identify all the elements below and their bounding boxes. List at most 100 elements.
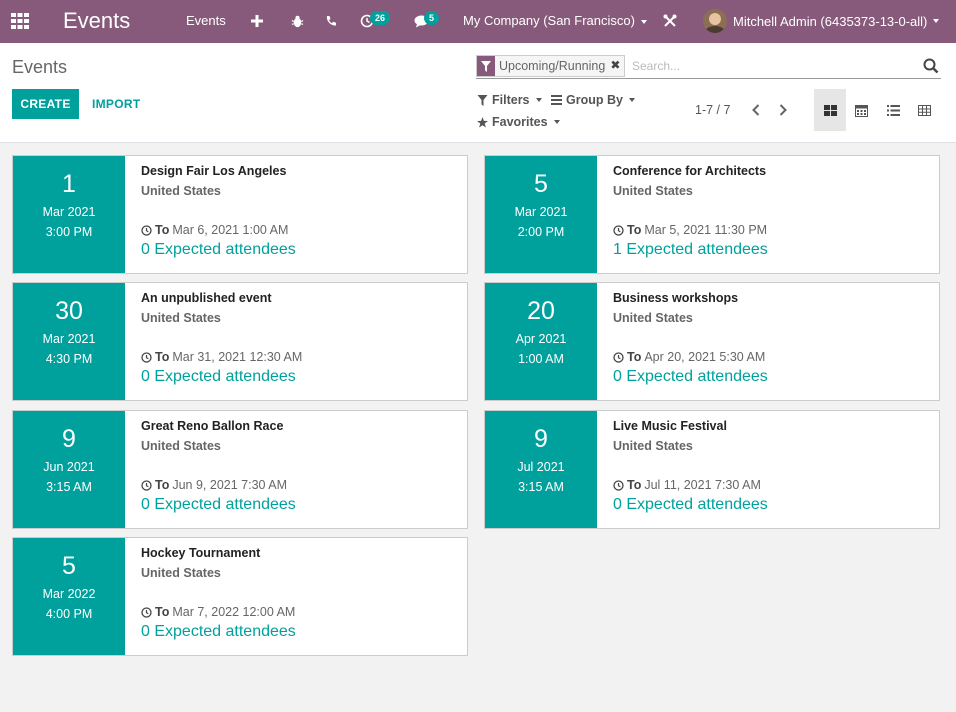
kanban-view-icon[interactable] [814, 89, 846, 131]
table-view-icon[interactable] [908, 89, 940, 131]
menu-events[interactable]: Events [186, 13, 226, 28]
avatar [703, 9, 727, 33]
star-icon [477, 116, 488, 128]
search-icon[interactable] [923, 58, 939, 74]
event-country: United States [141, 439, 221, 453]
close-icon[interactable]: ✖ [610, 56, 624, 76]
event-month: Mar 2021 [42, 205, 96, 219]
event-end-date: Jun 9, 2021 7:30 AM [172, 478, 288, 492]
clock-icon [141, 606, 152, 618]
chevron-down-icon [640, 19, 647, 24]
event-end: To Mar 5, 2021 11:30 PM [613, 223, 767, 237]
event-day: 1 [62, 170, 76, 198]
event-end: To Mar 6, 2021 1:00 AM [141, 223, 288, 237]
list-view-icon[interactable] [877, 89, 909, 131]
clock-icon [141, 479, 152, 491]
event-card[interactable]: 9 Jun 2021 3:15 AM Great Reno Ballon Rac… [12, 410, 468, 529]
breadcrumb: Events [12, 57, 68, 77]
chevron-down-icon [628, 98, 635, 102]
event-time: 3:00 PM [45, 225, 93, 239]
event-country: United States [141, 184, 221, 198]
event-name: Great Reno Ballon Race [141, 419, 284, 433]
search-bar: Upcoming/Running ✖ [476, 55, 941, 79]
event-day: 30 [55, 297, 83, 325]
calendar-view-icon[interactable] [845, 89, 877, 131]
filters-dropdown[interactable]: Filters [477, 93, 542, 107]
pager-value[interactable]: 1-7 / 7 [695, 103, 730, 117]
phone-icon[interactable] [321, 11, 341, 31]
event-name: Hockey Tournament [141, 546, 261, 560]
event-end-date: Mar 5, 2021 11:30 PM [644, 223, 768, 237]
top-navbar: Events Events 26 5 My Company (San Franc… [0, 0, 956, 43]
chevron-down-icon [535, 98, 542, 102]
event-date-block: 30 Mar 2021 4:30 PM [13, 283, 125, 400]
event-name: Business workshops [613, 291, 739, 305]
tools-icon[interactable] [660, 11, 680, 31]
event-end: To Jun 9, 2021 7:30 AM [141, 478, 287, 492]
event-time: 3:15 AM [518, 480, 564, 494]
event-card[interactable]: 30 Mar 2021 4:30 PM An unpublished event… [12, 282, 468, 401]
expected-attendees-link[interactable]: 0 Expected attendees [141, 241, 296, 259]
pager-previous-icon[interactable] [748, 101, 764, 119]
to-label: To [155, 350, 170, 364]
create-button[interactable]: CREATE [12, 89, 79, 119]
bug-icon[interactable] [287, 11, 307, 31]
event-date-block: 1 Mar 2021 3:00 PM [13, 156, 125, 273]
event-country: United States [613, 184, 693, 198]
groupby-dropdown[interactable]: Group By [551, 93, 635, 107]
expected-attendees-link[interactable]: 0 Expected attendees [141, 496, 296, 514]
messages-badge: 5 [424, 11, 440, 25]
expected-attendees-link[interactable]: 0 Expected attendees [141, 623, 296, 641]
apps-grid-icon[interactable] [10, 11, 30, 31]
event-end: To Mar 31, 2021 12:30 AM [141, 350, 302, 364]
groupby-label: Group By [566, 93, 623, 107]
clock-icon [613, 224, 624, 236]
favorites-dropdown[interactable]: Favorites [477, 115, 560, 129]
expected-attendees-link[interactable]: 1 Expected attendees [613, 241, 768, 259]
event-name: An unpublished event [141, 291, 272, 305]
event-country: United States [141, 566, 221, 580]
to-label: To [155, 605, 170, 619]
list-icon [551, 95, 562, 105]
event-card[interactable]: 9 Jul 2021 3:15 AM Live Music Festival U… [484, 410, 940, 529]
event-end-date: Mar 6, 2021 1:00 AM [172, 223, 289, 237]
search-input[interactable] [632, 57, 912, 75]
clock-icon [613, 351, 624, 363]
expected-attendees-link[interactable]: 0 Expected attendees [613, 496, 768, 514]
event-day: 20 [527, 297, 555, 325]
filter-icon [477, 56, 495, 76]
event-time: 4:00 PM [45, 607, 93, 621]
clock-icon [613, 479, 624, 491]
event-month: Mar 2021 [514, 205, 568, 219]
expected-attendees-link[interactable]: 0 Expected attendees [141, 368, 296, 386]
event-country: United States [141, 311, 221, 325]
event-time: 3:15 AM [46, 480, 92, 494]
event-date-block: 9 Jun 2021 3:15 AM [13, 411, 125, 528]
event-day: 9 [62, 425, 76, 453]
event-card[interactable]: 5 Mar 2021 2:00 PM Conference for Archit… [484, 155, 940, 274]
event-card[interactable]: 20 Apr 2021 1:00 AM Business workshops U… [484, 282, 940, 401]
event-name: Live Music Festival [613, 419, 727, 433]
event-end: To Jul 11, 2021 7:30 AM [613, 478, 761, 492]
user-menu[interactable]: Mitchell Admin (6435373-13-0-all) [703, 7, 940, 35]
filters-label: Filters [492, 93, 530, 107]
to-label: To [627, 223, 642, 237]
event-time: 4:30 PM [45, 352, 93, 366]
clock-icon [141, 351, 152, 363]
company-switcher[interactable]: My Company (San Francisco) [463, 13, 647, 28]
event-end: To Mar 7, 2022 12:00 AM [141, 605, 295, 619]
facet-label: Upcoming/Running [499, 59, 606, 73]
event-month: Mar 2022 [42, 587, 96, 601]
event-end-date: Mar 31, 2021 12:30 AM [172, 350, 303, 364]
expected-attendees-link[interactable]: 0 Expected attendees [613, 368, 768, 386]
chevron-down-icon [933, 19, 940, 23]
event-card[interactable]: 1 Mar 2021 3:00 PM Design Fair Los Angel… [12, 155, 468, 274]
event-card[interactable]: 5 Mar 2022 4:00 PM Hockey Tournament Uni… [12, 537, 468, 656]
to-label: To [627, 478, 642, 492]
pager-next-icon[interactable] [775, 101, 791, 119]
control-panel: Events CREATE IMPORT Upcoming/Running ✖ … [0, 43, 956, 143]
event-month: Jun 2021 [43, 460, 95, 474]
import-button[interactable]: IMPORT [86, 89, 146, 119]
plus-icon[interactable] [247, 11, 267, 31]
event-name: Conference for Architects [613, 164, 767, 178]
